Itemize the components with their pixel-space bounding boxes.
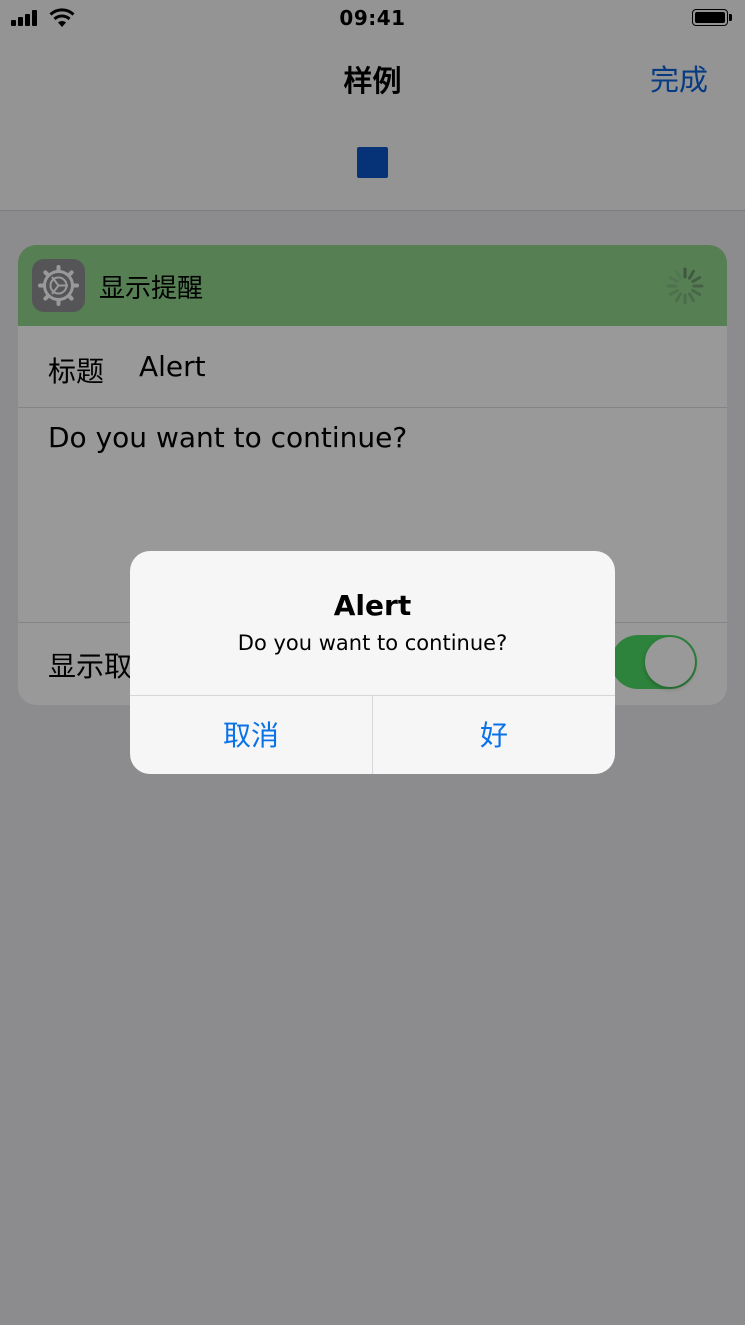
alert-dialog: Alert Do you want to continue? 取消 好: [130, 551, 615, 774]
alert-cancel-button[interactable]: 取消: [130, 696, 373, 774]
alert-message: Do you want to continue?: [237, 631, 508, 655]
alert-ok-button[interactable]: 好: [373, 696, 615, 774]
alert-button-bar: 取消 好: [130, 695, 615, 774]
alert-title: Alert: [333, 589, 412, 622]
